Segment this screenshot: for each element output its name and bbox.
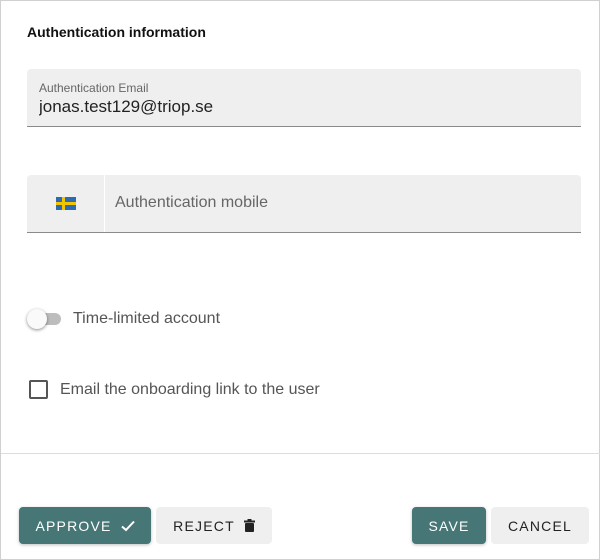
time-limited-row[interactable]: Time-limited account xyxy=(27,307,220,331)
onboarding-label: Email the onboarding link to the user xyxy=(60,380,320,398)
email-field[interactable]: Authentication Email xyxy=(27,69,581,127)
toggle-knob xyxy=(27,309,47,329)
footer-divider xyxy=(1,453,600,454)
sweden-flag-icon xyxy=(55,197,76,210)
country-picker[interactable] xyxy=(27,175,105,232)
mobile-input-placeholder[interactable]: Authentication mobile xyxy=(115,194,268,212)
time-limited-label: Time-limited account xyxy=(73,310,221,327)
save-button-label: SAVE xyxy=(428,517,470,534)
approve-button[interactable]: APPROVE xyxy=(19,507,151,544)
reject-button-label: REJECT xyxy=(173,517,235,534)
email-input[interactable] xyxy=(39,97,559,117)
trash-icon xyxy=(243,519,255,532)
cancel-button[interactable]: CANCEL xyxy=(491,507,589,544)
email-field-label: Authentication Email xyxy=(39,81,149,95)
approve-button-label: APPROVE xyxy=(35,517,112,534)
section-title: Authentication information xyxy=(27,24,206,40)
cancel-button-label: CANCEL xyxy=(508,517,572,534)
onboarding-checkbox[interactable] xyxy=(29,380,48,399)
reject-button[interactable]: REJECT xyxy=(156,507,272,544)
save-button[interactable]: SAVE xyxy=(412,507,486,544)
mobile-field[interactable]: Authentication mobile xyxy=(27,175,581,233)
time-limited-toggle[interactable] xyxy=(27,307,61,331)
authentication-dialog: Authentication information Authenticatio… xyxy=(0,0,600,560)
onboarding-row[interactable]: Email the onboarding link to the user xyxy=(29,380,320,399)
check-icon xyxy=(120,520,135,532)
